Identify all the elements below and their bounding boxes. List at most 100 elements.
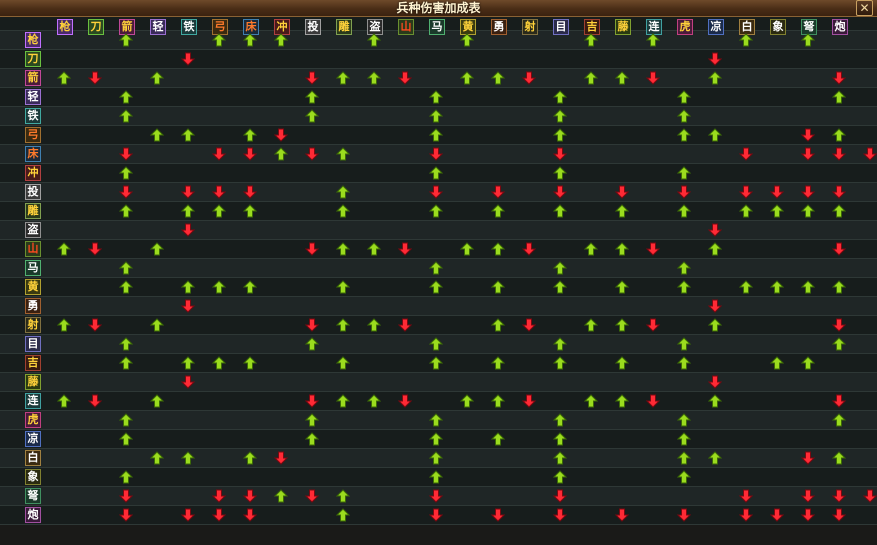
bonus-up-icon (491, 318, 505, 332)
bonus-down-icon (708, 223, 722, 237)
bonus-down-icon (305, 489, 319, 503)
bonus-down-icon (243, 508, 257, 522)
bonus-down-icon (305, 394, 319, 408)
bonus-down-icon (522, 71, 536, 85)
bonus-up-icon (801, 33, 815, 47)
column-unit-badge: 炮 (832, 19, 848, 35)
bonus-down-icon (677, 508, 691, 522)
close-button[interactable]: ✕ (856, 0, 873, 16)
bonus-up-icon (708, 318, 722, 332)
row-unit-badge: 刀 (25, 51, 41, 67)
bonus-up-icon (429, 432, 443, 446)
bonus-up-icon (491, 280, 505, 294)
bonus-up-icon (336, 489, 350, 503)
bonus-up-icon (181, 451, 195, 465)
bonus-up-icon (553, 128, 567, 142)
bonus-down-icon (305, 242, 319, 256)
bonus-up-icon (491, 204, 505, 218)
bonus-down-icon (88, 242, 102, 256)
bonus-up-icon (553, 166, 567, 180)
row-unit-badge: 床 (25, 146, 41, 162)
bonus-down-icon (646, 242, 660, 256)
bonus-up-icon (243, 356, 257, 370)
bonus-down-icon (181, 52, 195, 66)
bonus-down-icon (119, 185, 133, 199)
column-unit-badge: 铁 (181, 19, 197, 35)
bonus-up-icon (336, 394, 350, 408)
bonus-down-icon (801, 489, 815, 503)
bonus-down-icon (429, 508, 443, 522)
bonus-up-icon (305, 432, 319, 446)
bonus-up-icon (584, 318, 598, 332)
table-row (0, 316, 877, 335)
column-unit-badge: 枪 (57, 19, 73, 35)
bonus-down-icon (553, 147, 567, 161)
bonus-down-icon (863, 489, 877, 503)
bonus-up-icon (336, 318, 350, 332)
row-unit-badge: 箭 (25, 70, 41, 86)
bonus-up-icon (553, 261, 567, 275)
bonus-up-icon (150, 451, 164, 465)
column-unit-badge: 虎 (677, 19, 693, 35)
bonus-down-icon (708, 52, 722, 66)
bonus-up-icon (832, 280, 846, 294)
bonus-up-icon (119, 90, 133, 104)
bonus-up-icon (677, 337, 691, 351)
bonus-up-icon (429, 356, 443, 370)
bonus-up-icon (150, 394, 164, 408)
bonus-down-icon (646, 394, 660, 408)
bonus-down-icon (832, 71, 846, 85)
bonus-up-icon (119, 280, 133, 294)
bonus-up-icon (770, 280, 784, 294)
bonus-up-icon (553, 432, 567, 446)
bonus-up-icon (553, 413, 567, 427)
bonus-up-icon (491, 356, 505, 370)
row-unit-badge: 盗 (25, 222, 41, 238)
bonus-up-icon (677, 204, 691, 218)
bonus-up-icon (150, 242, 164, 256)
bonus-down-icon (181, 185, 195, 199)
row-unit-badge: 虎 (25, 412, 41, 428)
bonus-down-icon (305, 318, 319, 332)
window-title: 兵种伤害加成表 (396, 1, 481, 15)
row-unit-badge: 投 (25, 184, 41, 200)
bonus-down-icon (522, 394, 536, 408)
column-unit-badge: 象 (770, 19, 786, 35)
bonus-down-icon (119, 508, 133, 522)
bonus-up-icon (150, 318, 164, 332)
bonus-up-icon (553, 90, 567, 104)
bonus-down-icon (274, 451, 288, 465)
row-divider (0, 524, 877, 525)
bonus-down-icon (801, 451, 815, 465)
bonus-up-icon (57, 318, 71, 332)
bonus-down-icon (88, 71, 102, 85)
bonus-down-icon (181, 375, 195, 389)
bonus-up-icon (460, 394, 474, 408)
bonus-down-icon (398, 71, 412, 85)
bonus-down-icon (739, 508, 753, 522)
bonus-up-icon (429, 337, 443, 351)
bonus-up-icon (181, 128, 195, 142)
bonus-up-icon (491, 432, 505, 446)
bonus-up-icon (646, 33, 660, 47)
bonus-up-icon (57, 242, 71, 256)
bonus-up-icon (367, 71, 381, 85)
bonus-up-icon (677, 261, 691, 275)
bonus-up-icon (243, 451, 257, 465)
bonus-up-icon (119, 109, 133, 123)
bonus-down-icon (832, 147, 846, 161)
row-unit-badge: 象 (25, 469, 41, 485)
bonus-up-icon (553, 280, 567, 294)
bonus-up-icon (212, 280, 226, 294)
bonus-up-icon (677, 90, 691, 104)
bonus-up-icon (305, 337, 319, 351)
row-unit-badge: 目 (25, 336, 41, 352)
bonus-down-icon (739, 489, 753, 503)
bonus-down-icon (522, 242, 536, 256)
bonus-up-icon (429, 204, 443, 218)
bonus-up-icon (832, 451, 846, 465)
column-unit-badge: 勇 (491, 19, 507, 35)
bonus-down-icon (398, 394, 412, 408)
bonus-down-icon (212, 147, 226, 161)
bonus-up-icon (119, 337, 133, 351)
